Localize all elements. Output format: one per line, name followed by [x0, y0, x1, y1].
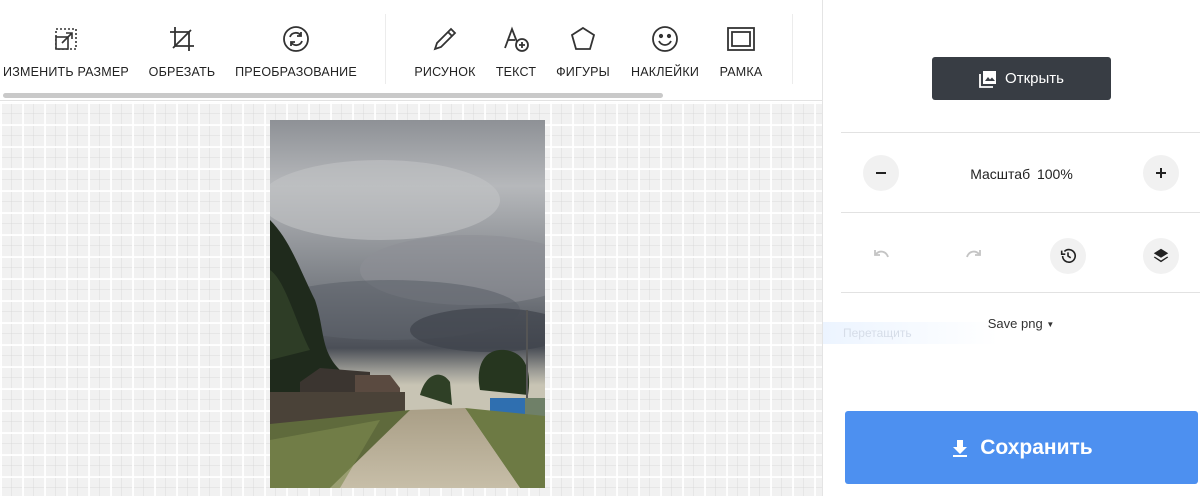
save-button[interactable]: Сохранить	[845, 411, 1198, 484]
tool-label: РАМКА	[719, 65, 763, 79]
right-panel: Открыть Масштаб 100% Перетащить Save png…	[822, 0, 1200, 496]
zoom-label: Масштаб 100%	[970, 166, 1073, 182]
tool-label: НАКЛЕЙКИ	[630, 65, 700, 79]
transform-icon	[279, 22, 313, 56]
canvas-area[interactable]	[0, 102, 822, 496]
photo-image[interactable]	[270, 120, 545, 488]
toolbar-scrollbar[interactable]	[3, 93, 663, 98]
layers-icon	[1153, 248, 1169, 263]
tool-label: ПРЕОБРАЗОВАНИЕ	[235, 65, 357, 79]
save-format-dropdown[interactable]: Save png ▼	[973, 316, 1069, 331]
tool-draw[interactable]: РИСУНОК	[412, 22, 478, 79]
open-button-label: Открыть	[1005, 70, 1064, 87]
minus-icon	[876, 172, 886, 174]
text-add-icon	[499, 22, 533, 56]
toolbar: ИЗМЕНИТЬ РАЗМЕР ОБРЕЗАТЬ ПРЕОБРАЗОВАНИЕ	[0, 0, 822, 101]
resize-icon	[49, 22, 83, 56]
tool-label: ТЕКСТ	[495, 65, 537, 79]
tool-transform[interactable]: ПРЕОБРАЗОВАНИЕ	[235, 22, 357, 79]
undo-button[interactable]	[863, 238, 899, 274]
plus-icon	[1156, 168, 1166, 178]
download-icon	[953, 439, 968, 457]
open-button[interactable]: Открыть	[932, 57, 1111, 100]
divider	[841, 292, 1200, 293]
tool-label: ФИГУРЫ	[556, 65, 610, 79]
images-icon	[979, 70, 997, 88]
toolbar-divider	[792, 14, 793, 84]
layers-button[interactable]	[1143, 238, 1179, 274]
caret-down-icon: ▼	[1046, 320, 1055, 330]
tool-text[interactable]: ТЕКСТ	[493, 22, 539, 79]
tool-shapes[interactable]: ФИГУРЫ	[555, 22, 611, 79]
divider	[841, 212, 1200, 213]
tool-label: ОБРЕЗАТЬ	[148, 65, 216, 79]
tool-label: ИЗМЕНИТЬ РАЗМЕР	[3, 65, 129, 79]
save-format-label: Save png	[987, 316, 1043, 331]
toolbar-divider	[385, 14, 386, 84]
shapes-icon	[566, 22, 600, 56]
tool-label: РИСУНОК	[414, 65, 476, 79]
zoom-in-button[interactable]	[1143, 155, 1179, 191]
redo-icon	[966, 250, 981, 258]
tool-frame[interactable]: РАМКА	[716, 22, 766, 79]
save-button-label: Сохранить	[980, 435, 1093, 459]
frame-icon	[724, 22, 758, 56]
undo-icon	[874, 250, 889, 258]
redo-button[interactable]	[956, 238, 992, 274]
tool-stickers[interactable]: НАКЛЕЙКИ	[629, 22, 701, 79]
pencil-icon	[428, 22, 462, 56]
history-button[interactable]	[1050, 238, 1086, 274]
tool-crop[interactable]: ОБРЕЗАТЬ	[146, 22, 218, 79]
tool-resize[interactable]: ИЗМЕНИТЬ РАЗМЕР	[3, 22, 129, 79]
divider	[841, 132, 1200, 133]
history-icon	[1060, 248, 1076, 264]
zoom-out-button[interactable]	[863, 155, 899, 191]
crop-icon	[165, 22, 199, 56]
drag-hint: Перетащить	[823, 322, 998, 344]
smiley-icon	[648, 22, 682, 56]
